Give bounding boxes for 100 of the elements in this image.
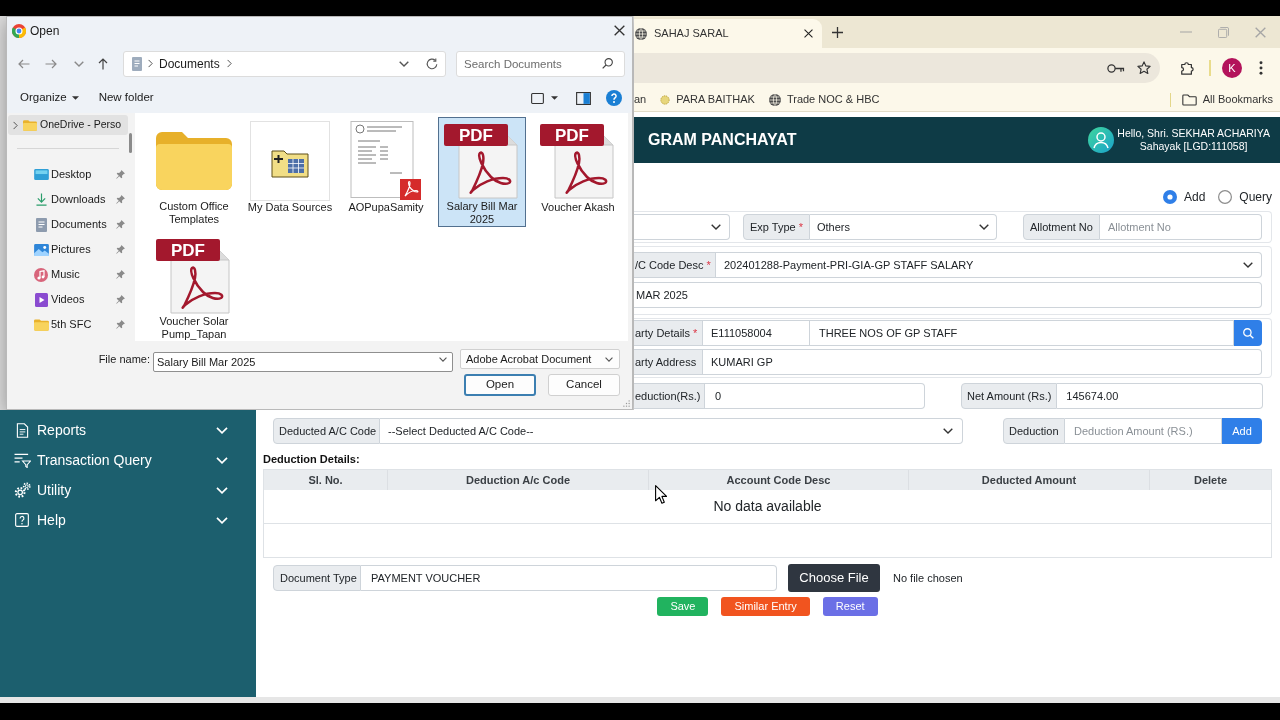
chevron-down-icon[interactable] (399, 60, 409, 67)
field-label: eduction(Rs.) (634, 383, 705, 409)
file-name-field[interactable]: Salary Bill Mar 2025 (153, 352, 453, 372)
radio-option[interactable]: Query (1218, 188, 1272, 206)
help-icon[interactable] (606, 90, 622, 106)
key-icon[interactable] (1107, 63, 1125, 73)
field-label: /C Code Desc * (634, 252, 716, 278)
deduction-total-field[interactable]: 0 (705, 383, 925, 409)
navigation-item[interactable]: Downloads (7, 187, 129, 212)
document-thumbnail-icon (350, 121, 422, 201)
breadcrumb-item[interactable]: Documents (159, 54, 220, 73)
folder-icon (33, 318, 49, 331)
text-field[interactable]: MAR 2025 (634, 282, 1262, 308)
add-button[interactable]: Add (1222, 418, 1262, 444)
navigation-item[interactable]: Documents (7, 212, 129, 237)
sidebar-menu-item[interactable]: Reports (0, 415, 256, 445)
chevron-down-icon (1243, 262, 1253, 268)
menu-button[interactable]: Organize (20, 89, 79, 107)
party-code-field[interactable]: E111058004 (703, 320, 810, 346)
plus-icon[interactable] (832, 26, 843, 38)
file-item[interactable]: Custom Office Templates (150, 117, 238, 227)
party-address-field[interactable]: KUMARI GP (703, 349, 1262, 375)
bookmark-link[interactable]: PARA BAITHAK (660, 91, 755, 108)
file-type-select[interactable]: Adobe Acrobat Document (460, 349, 620, 369)
scrollbar[interactable] (129, 133, 132, 153)
help-icon (15, 513, 29, 527)
caret-down-icon[interactable] (551, 96, 558, 100)
dialog-title: Open (30, 22, 60, 40)
file-item[interactable]: My Data Sources (246, 117, 334, 227)
star-icon[interactable] (1137, 61, 1151, 75)
view-icon[interactable] (531, 92, 544, 104)
all-bookmarks-link[interactable]: All Bookmarks (1181, 91, 1273, 108)
kebab-menu-icon[interactable] (1259, 61, 1263, 75)
music-icon (34, 267, 48, 282)
browser-tab[interactable]: SAHAJ SARAL (634, 19, 822, 48)
account-code-select[interactable]: 202401288-Payment-PRI-GIA-GP STAFF SALARY (716, 252, 1262, 278)
up-arrow-icon[interactable] (98, 57, 108, 70)
action-button[interactable]: Reset (822, 597, 878, 616)
preview-pane-icon[interactable] (576, 91, 591, 105)
refresh-icon[interactable] (426, 57, 438, 70)
close-icon[interactable] (614, 25, 625, 36)
address-bar[interactable]: Documents (123, 50, 446, 77)
navigation-item[interactable]: Videos (7, 287, 129, 312)
chevron-down-icon[interactable] (74, 60, 84, 67)
close-icon[interactable] (804, 29, 813, 38)
radio-icon[interactable] (1162, 190, 1177, 204)
file-item[interactable]: PDF Salary Bill Mar 2025 (438, 117, 526, 227)
document-type-field[interactable]: PAYMENT VOUCHER (361, 565, 777, 591)
deducted-code-select[interactable]: --Select Deducted A/C Code-- (380, 418, 963, 444)
navigation-item[interactable]: Music (7, 262, 129, 287)
navigation-item[interactable]: OneDrive - Perso (8, 115, 128, 135)
forward-arrow-icon[interactable] (45, 58, 57, 69)
file-item[interactable]: PDF Voucher Solar Pump_Tapan (150, 232, 238, 341)
select-field[interactable] (634, 214, 730, 240)
dialog-button[interactable]: Open (464, 374, 536, 396)
column-header: Deducted Amount (909, 470, 1150, 490)
search-icon (602, 57, 613, 69)
navigation-item[interactable]: 5th SFC (7, 312, 129, 337)
sidebar-menu-item[interactable]: Help (0, 505, 256, 535)
net-amount-field[interactable]: 145674.00 (1057, 383, 1263, 409)
back-arrow-icon[interactable] (18, 58, 30, 69)
field-label: arty Details * (634, 320, 703, 346)
chevron-down-icon[interactable] (439, 357, 447, 362)
party-name-field[interactable]: THREE NOS OF GP STAFF (810, 320, 1234, 346)
toolbar-button[interactable]: New folder (98, 89, 154, 107)
search-field[interactable]: Search Documents (456, 50, 625, 77)
field-label: Allotment No (1022, 214, 1100, 240)
exp-type-select[interactable]: Others (809, 214, 997, 240)
chevron-down-icon (943, 428, 953, 434)
app-title: GRAM PANCHAYAT (648, 130, 797, 150)
bookmark-link[interactable]: Trade NOC & HBC (768, 91, 880, 108)
empty-table-message: No data available (713, 497, 822, 516)
resize-grip-icon[interactable] (623, 400, 630, 407)
user-avatar-icon[interactable] (1088, 127, 1115, 153)
puzzle-icon[interactable] (1180, 61, 1194, 75)
field-label: Net Amount (Rs.) (961, 383, 1058, 409)
navigation-item[interactable]: Pictures (7, 237, 129, 262)
radio-icon[interactable] (1218, 190, 1233, 204)
document-icon (132, 56, 142, 71)
search-button[interactable] (1234, 320, 1262, 346)
field-label: arty Address (634, 349, 703, 375)
file-item[interactable]: AOPupaSamity (342, 117, 430, 227)
dialog-button[interactable]: Cancel (548, 374, 620, 396)
file-item[interactable]: PDF Voucher Akash (534, 117, 622, 227)
profile-avatar[interactable]: K (1222, 58, 1242, 78)
mouse-pointer-icon (655, 485, 667, 504)
column-header: Account Code Desc (649, 470, 909, 490)
column-header: Deduction A/c Code (388, 470, 649, 490)
choose-file-button[interactable]: Choose File (788, 564, 880, 592)
file-name-label: File name: (97, 351, 150, 367)
bookmark-link[interactable]: an (634, 91, 647, 108)
column-header: Delete (1150, 470, 1271, 490)
navigation-item[interactable]: Desktop (7, 162, 129, 187)
filter-list-icon (13, 452, 31, 468)
sidebar-menu-item[interactable]: Transaction Query (0, 445, 256, 475)
allotment-no-field[interactable]: Allotment No (1099, 214, 1262, 240)
chevron-right-icon[interactable] (13, 120, 18, 130)
sidebar-menu-item[interactable]: Utility (0, 475, 256, 505)
deduction-amount-field[interactable]: Deduction Amount (RS.) (1065, 418, 1222, 444)
radio-option[interactable]: Add (1162, 188, 1206, 206)
